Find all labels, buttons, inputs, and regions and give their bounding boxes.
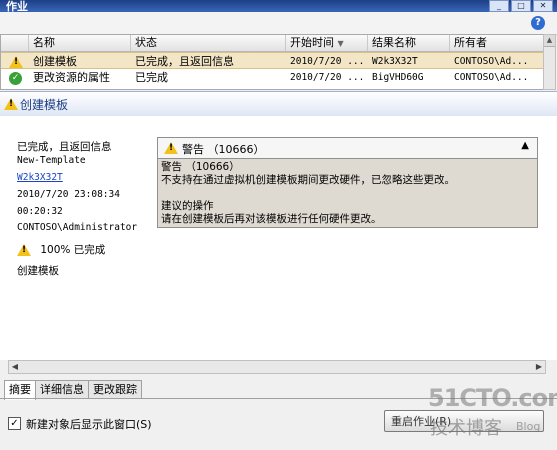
warning-box-header[interactable]: 警告 （10666） ▲ — [158, 138, 537, 159]
warning-icon — [17, 244, 31, 256]
detail-horizontal-scrollbar[interactable]: ◀ ▶ — [8, 360, 546, 374]
check-circle-icon: ✓ — [9, 71, 22, 85]
show-window-checkbox[interactable]: ✓ — [8, 417, 21, 430]
column-header-status[interactable]: 状态 — [131, 35, 286, 51]
grid-header: 名称 状态 开始时间 ▼ 结果名称 所有者 — [1, 35, 543, 52]
row-result: BigVHD60G — [372, 72, 424, 83]
column-header-result[interactable]: 结果名称 — [368, 35, 450, 51]
recommended-action-text: 请在创建模板后再对该模板进行任何硬件更改。 — [161, 213, 382, 225]
column-header-start-time[interactable]: 开始时间 ▼ — [286, 35, 368, 51]
column-header-name[interactable]: 名称 — [29, 35, 131, 51]
warning-message: 不支持在通过虚拟机创建模板期间更改硬件，已忽略这些更改。 — [161, 174, 455, 186]
detail-start-time: 2010/7/20 23:08:34 — [17, 189, 120, 200]
window-title-bar: 作业 _ □ ✕ — [0, 0, 557, 13]
row-start-time: 2010/7/20 ... — [290, 56, 365, 67]
warning-box: 警告 （10666） ▲ 警告 （10666） 不支持在通过虚拟机创建模板期间更… — [157, 137, 538, 228]
detail-owner: CONTOSO\Administrator — [17, 222, 138, 233]
warning-icon — [9, 56, 23, 68]
show-window-checkbox-label[interactable]: 新建对象后显示此窗口(S) — [26, 416, 152, 432]
row-owner: CONTOSO\Ad... — [454, 72, 529, 83]
minimize-button[interactable]: _ — [489, 0, 509, 12]
column-header-owner[interactable]: 所有者 — [450, 35, 543, 51]
watermark-name: 技术博客 — [430, 418, 502, 439]
warning-box-body: 警告 （10666） 不支持在通过虚拟机创建模板期间更改硬件，已忽略这些更改。 … — [158, 159, 537, 228]
row-result: W2k3X32T — [372, 56, 418, 67]
recommended-action-title: 建议的操作 — [161, 200, 214, 212]
detail-title: 创建模板 — [20, 98, 69, 112]
tab-details[interactable]: 详细信息 — [35, 380, 89, 399]
header-icon-column[interactable] — [1, 35, 29, 51]
scroll-right-icon[interactable]: ▶ — [533, 361, 545, 373]
detail-duration: 00:20:32 — [17, 206, 63, 217]
table-row[interactable]: 创建模板 已完成，且返回信息 2010/7/20 ... W2k3X32T CO… — [1, 52, 543, 69]
detail-status: 已完成，且返回信息 — [17, 141, 112, 153]
scroll-left-icon[interactable]: ◀ — [9, 361, 21, 373]
progress-row: 100% 已完成 — [17, 242, 105, 257]
column-header-start-time-label: 开始时间 — [290, 36, 334, 49]
jobs-grid: 名称 状态 开始时间 ▼ 结果名称 所有者 创建模板 已完成，且返回信息 201… — [0, 34, 544, 90]
tab-summary[interactable]: 摘要 — [4, 380, 36, 400]
warning-header-text: 警告 （10666） — [182, 143, 265, 156]
detail-tabs: 摘要 详细信息 更改跟踪 — [4, 380, 142, 400]
warning-code: 警告 （10666） — [161, 161, 240, 173]
detail-header: 创建模板 — [0, 91, 557, 117]
row-status: 已完成，且返回信息 — [135, 55, 234, 68]
row-start-time: 2010/7/20 ... — [290, 72, 365, 83]
row-name: 创建模板 — [33, 55, 77, 68]
row-status: 已完成 — [135, 71, 168, 84]
scroll-up-icon[interactable]: ▲ — [544, 35, 555, 47]
row-owner: CONTOSO\Ad... — [454, 56, 529, 67]
result-link[interactable]: W2k3X32T — [17, 172, 63, 183]
sort-down-icon: ▼ — [337, 39, 344, 48]
detail-job-name: 创建模板 — [17, 265, 59, 277]
row-name: 更改资源的属性 — [33, 71, 110, 84]
toolbar: ? — [0, 12, 557, 35]
maximize-button[interactable]: □ — [511, 0, 531, 12]
help-icon[interactable]: ? — [531, 16, 545, 30]
close-button[interactable]: ✕ — [533, 0, 553, 12]
progress-text: 100% 已完成 — [40, 244, 106, 256]
tab-change-tracking[interactable]: 更改跟踪 — [88, 380, 142, 399]
watermark-blog: Blog — [516, 420, 541, 433]
warning-icon — [164, 142, 178, 154]
detail-command: New-Template — [17, 155, 86, 166]
grid-vertical-scrollbar[interactable]: ▲ — [543, 34, 556, 90]
warning-icon — [4, 98, 18, 110]
window-controls: _ □ ✕ — [489, 0, 553, 12]
watermark-site: 51CTO.com — [428, 384, 557, 412]
collapse-up-icon[interactable]: ▲ — [521, 140, 529, 151]
table-row[interactable]: ✓ 更改资源的属性 已完成 2010/7/20 ... BigVHD60G CO… — [1, 69, 543, 86]
